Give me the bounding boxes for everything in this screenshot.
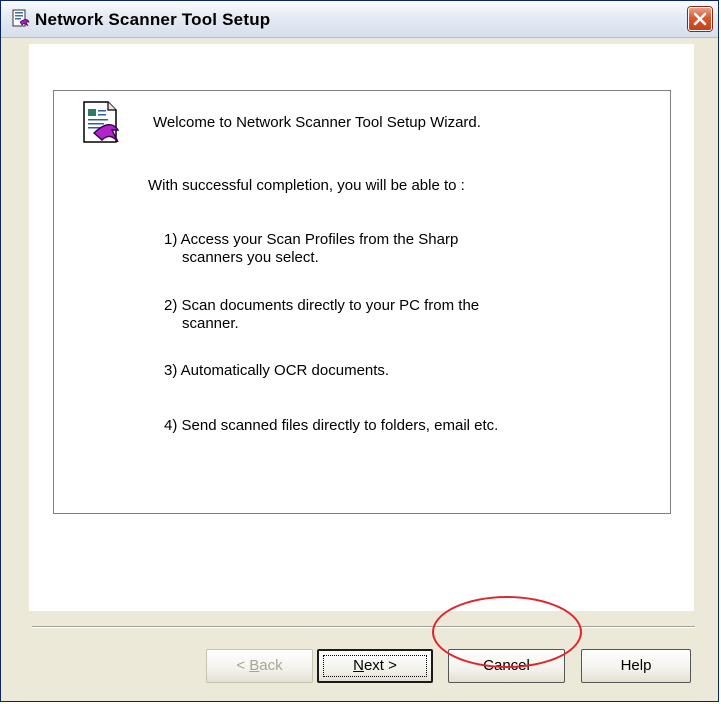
document-arrow-icon [83, 101, 120, 143]
feature-item-4: 4) Send scanned files directly to folder… [164, 417, 499, 434]
welcome-heading: Welcome to Network Scanner Tool Setup Wi… [153, 114, 481, 131]
window-title: Network Scanner Tool Setup [35, 10, 271, 29]
feature-item-1: 1) Access your Scan Profiles from the Sh… [164, 231, 459, 248]
setup-wizard-icon [12, 9, 30, 27]
close-button[interactable] [688, 7, 712, 31]
back-button[interactable]: < Back [206, 649, 313, 683]
feature-item-2-cont: scanner. [182, 315, 239, 332]
close-icon [693, 12, 707, 26]
feature-item-2: 2) Scan documents directly to your PC fr… [164, 297, 480, 314]
title-bar[interactable]: Network Scanner Tool Setup [1, 1, 718, 38]
intro-text: With successful completion, you will be … [148, 177, 465, 194]
feature-item-3: 3) Automatically OCR documents. [164, 362, 390, 379]
button-separator [32, 626, 695, 628]
cancel-button[interactable]: Cancel [448, 649, 565, 683]
setup-dialog-window: Network Scanner Tool Setup Welcome to Ne… [0, 0, 719, 702]
feature-item-1-cont: scanners you select. [182, 249, 319, 266]
next-button[interactable]: Next > [317, 649, 433, 683]
dialog-client-area: Welcome to Network Scanner Tool Setup Wi… [4, 38, 715, 698]
help-button[interactable]: Help [581, 649, 691, 683]
